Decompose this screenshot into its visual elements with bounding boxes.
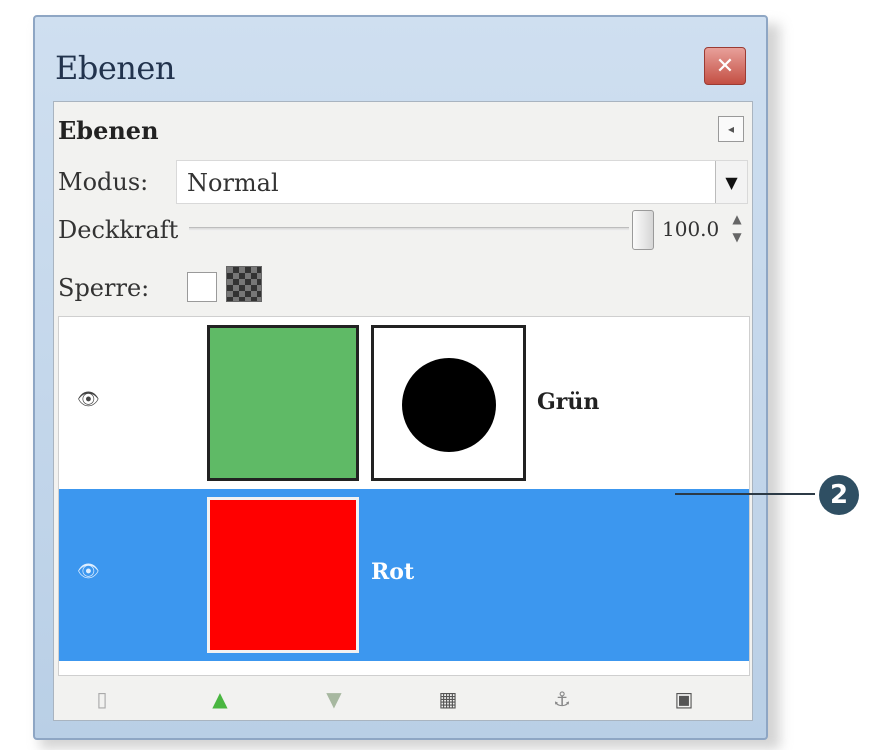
opacity-value[interactable]: 100.0 xyxy=(662,217,719,241)
layer-row-gruen[interactable]: 👁 Grün xyxy=(59,317,749,489)
layer-thumbnail[interactable] xyxy=(207,325,359,481)
opacity-slider-track[interactable] xyxy=(189,227,629,231)
layer-mask-thumbnail[interactable] xyxy=(371,325,526,481)
new-layer-icon: ▯ xyxy=(96,687,108,711)
dock-menu-button[interactable]: ◂ xyxy=(718,116,744,142)
raise-layer-icon: ▲ xyxy=(212,687,228,711)
duplicate-layer-icon: ▦ xyxy=(438,687,458,711)
dock-title: Ebenen xyxy=(58,116,159,145)
mode-select[interactable]: Normal ▼ xyxy=(176,160,748,204)
layers-window: Ebenen ✕ Ebenen ◂ Modus: Normal ▼ Deckkr… xyxy=(33,15,768,740)
lower-layer-button[interactable]: ▼ xyxy=(320,686,348,712)
delete-layer-icon: ▣ xyxy=(674,687,694,711)
mode-label: Modus: xyxy=(58,168,149,196)
layer-list: 👁 Grün 👁 Rot xyxy=(58,316,750,676)
layer-name[interactable]: Grün xyxy=(537,389,599,415)
layer-toolbar: ▯ ▲ ▼ ▦ ⚓ ▣ xyxy=(58,682,750,716)
lock-pixels-checkbox[interactable] xyxy=(187,272,217,302)
eye-icon[interactable]: 👁 xyxy=(77,561,100,582)
layer-name[interactable]: Rot xyxy=(371,559,414,585)
new-layer-button[interactable]: ▯ xyxy=(88,686,116,712)
layer-row-rot[interactable]: 👁 Rot xyxy=(59,489,749,661)
duplicate-layer-button[interactable]: ▦ xyxy=(434,686,462,712)
mode-value: Normal xyxy=(187,169,279,197)
dock-menu-icon: ◂ xyxy=(727,122,735,136)
dock-header: Ebenen ◂ xyxy=(54,102,752,152)
lock-label: Sperre: xyxy=(58,274,150,302)
eye-icon[interactable]: 👁 xyxy=(77,389,100,410)
anchor-layer-button[interactable]: ⚓ xyxy=(548,686,576,712)
anchor-layer-icon: ⚓ xyxy=(553,687,571,711)
delete-layer-button[interactable]: ▣ xyxy=(670,686,698,712)
close-icon: ✕ xyxy=(715,53,735,79)
chevron-down-icon: ▼ xyxy=(725,172,738,192)
mask-circle xyxy=(402,358,496,452)
window-title: Ebenen xyxy=(55,49,175,87)
opacity-spinner[interactable]: ▲ ▼ xyxy=(729,210,745,250)
lock-alpha-icon[interactable] xyxy=(226,266,262,302)
lower-layer-icon: ▼ xyxy=(326,687,342,711)
layers-dock: Ebenen ◂ Modus: Normal ▼ Deckkraft 100.0… xyxy=(53,101,753,721)
callout-line xyxy=(675,493,815,495)
mode-dropdown-button[interactable]: ▼ xyxy=(715,161,747,203)
close-button[interactable]: ✕ xyxy=(704,47,746,85)
raise-layer-button[interactable]: ▲ xyxy=(206,686,234,712)
layer-thumbnail[interactable] xyxy=(207,497,359,653)
spin-up-icon[interactable]: ▲ xyxy=(729,210,745,228)
callout-badge: 2 xyxy=(819,475,859,515)
opacity-slider-handle[interactable] xyxy=(632,210,654,250)
spin-down-icon[interactable]: ▼ xyxy=(729,228,745,246)
opacity-label: Deckkraft xyxy=(58,216,179,244)
